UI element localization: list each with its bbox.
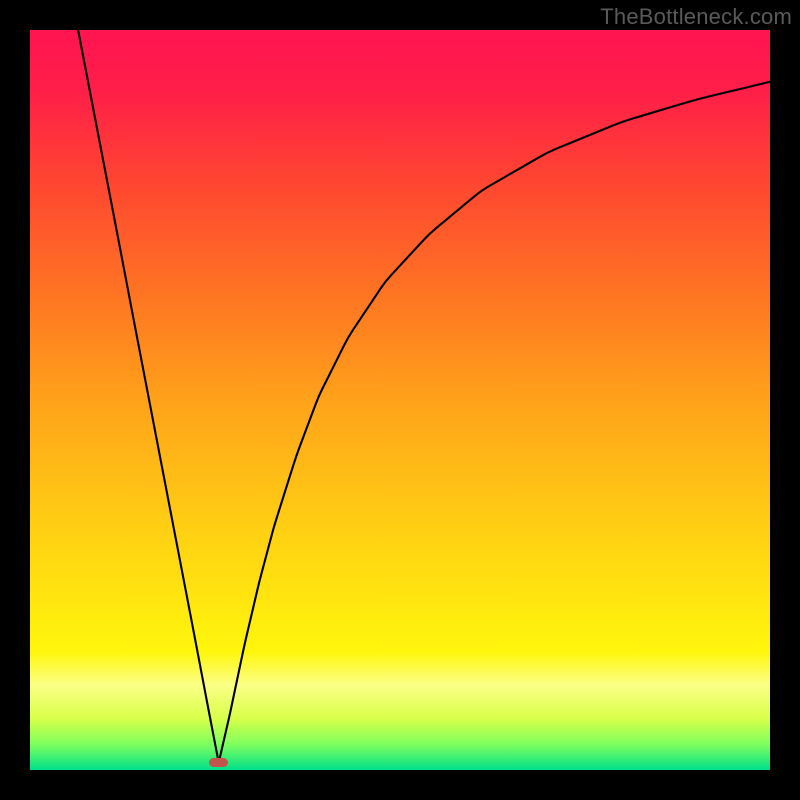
chart-canvas [30, 30, 770, 770]
gradient-background [30, 30, 770, 770]
chart-frame: TheBottleneck.com [0, 0, 800, 800]
plot-area [30, 30, 770, 770]
attribution-text: TheBottleneck.com [600, 4, 792, 30]
minimum-marker [209, 758, 228, 768]
